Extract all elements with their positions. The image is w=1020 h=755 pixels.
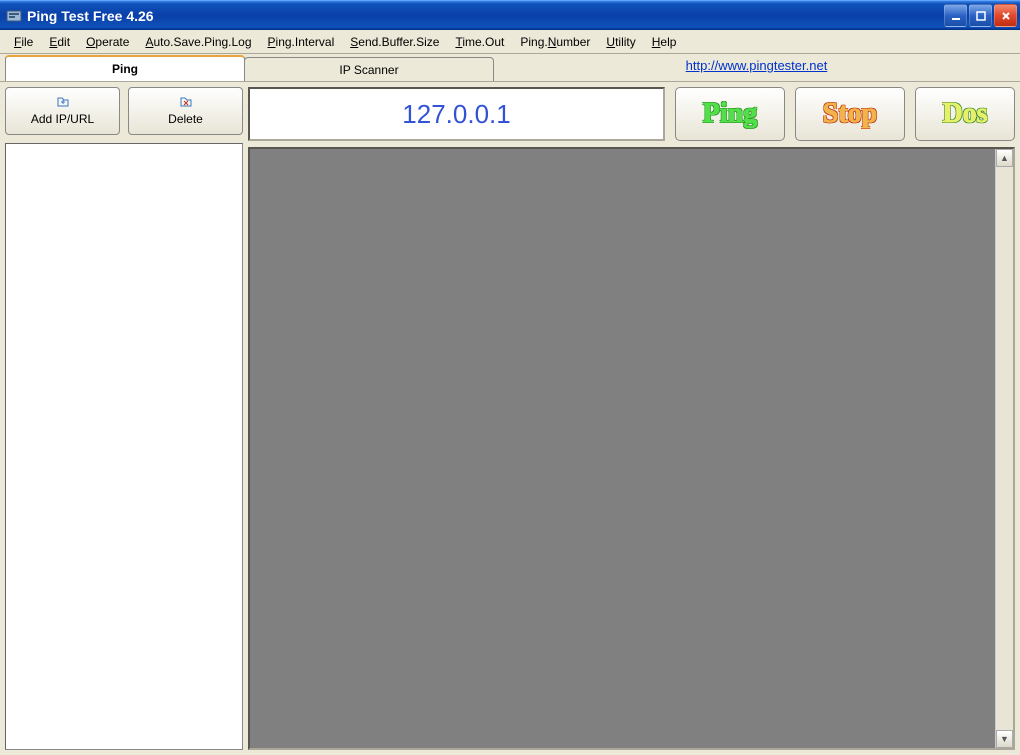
menubar: File Edit Operate Auto.Save.Ping.Log Pin… xyxy=(0,30,1020,54)
titlebar: Ping Test Free 4.26 xyxy=(0,0,1020,30)
results-area: ▲ ▼ xyxy=(248,147,1015,750)
menu-file[interactable]: File xyxy=(6,33,41,51)
menu-edit[interactable]: Edit xyxy=(41,33,78,51)
maximize-button[interactable] xyxy=(969,4,992,27)
right-panel: 127.0.0.1 Ping Stop Dos ▲ ▼ xyxy=(248,87,1015,750)
left-panel: Add IP/URL Delete xyxy=(5,87,243,750)
ip-input[interactable]: 127.0.0.1 xyxy=(248,87,665,141)
ip-input-value: 127.0.0.1 xyxy=(402,99,510,130)
menu-autosave[interactable]: Auto.Save.Ping.Log xyxy=(137,33,259,51)
menu-buffer[interactable]: Send.Buffer.Size xyxy=(342,33,447,51)
window-title: Ping Test Free 4.26 xyxy=(27,8,154,24)
scroll-up-icon[interactable]: ▲ xyxy=(996,149,1013,167)
menu-help[interactable]: Help xyxy=(644,33,685,51)
menu-operate[interactable]: Operate xyxy=(78,33,137,51)
dos-button-label: Dos xyxy=(942,98,987,130)
vertical-scrollbar[interactable]: ▲ ▼ xyxy=(995,149,1013,748)
tab-row: Ping IP Scanner http://www.pingtester.ne… xyxy=(0,54,1020,82)
tab-ip-scanner[interactable]: IP Scanner xyxy=(244,57,494,81)
tab-ip-scanner-label: IP Scanner xyxy=(339,63,398,77)
menu-file-label: ile xyxy=(21,35,33,49)
scroll-down-icon[interactable]: ▼ xyxy=(996,730,1013,748)
ping-button-label: Ping xyxy=(703,98,757,130)
tab-ping-label: Ping xyxy=(112,62,138,76)
app-icon xyxy=(6,8,22,24)
menu-timeout[interactable]: Time.Out xyxy=(447,33,512,51)
website-link[interactable]: http://www.pingtester.net xyxy=(686,58,828,73)
dos-button[interactable]: Dos xyxy=(915,87,1015,141)
ping-button[interactable]: Ping xyxy=(675,87,785,141)
results-grid[interactable] xyxy=(250,149,995,748)
minimize-button[interactable] xyxy=(944,4,967,27)
add-ip-url-button[interactable]: Add IP/URL xyxy=(5,87,120,135)
content-area: Add IP/URL Delete 127.0.0.1 Ping Stop xyxy=(0,82,1020,755)
add-icon xyxy=(56,96,70,111)
delete-icon xyxy=(179,96,193,111)
stop-button[interactable]: Stop xyxy=(795,87,905,141)
stop-button-label: Stop xyxy=(823,98,877,130)
delete-label: Delete xyxy=(168,112,203,126)
tab-ping[interactable]: Ping xyxy=(5,55,245,81)
delete-button[interactable]: Delete xyxy=(128,87,243,135)
menu-interval[interactable]: Ping.Interval xyxy=(260,33,343,51)
ip-list[interactable] xyxy=(5,143,243,750)
menu-number[interactable]: Ping.Number xyxy=(512,33,598,51)
menu-utility[interactable]: Utility xyxy=(598,33,643,51)
close-button[interactable] xyxy=(994,4,1017,27)
add-ip-url-label: Add IP/URL xyxy=(31,112,94,126)
